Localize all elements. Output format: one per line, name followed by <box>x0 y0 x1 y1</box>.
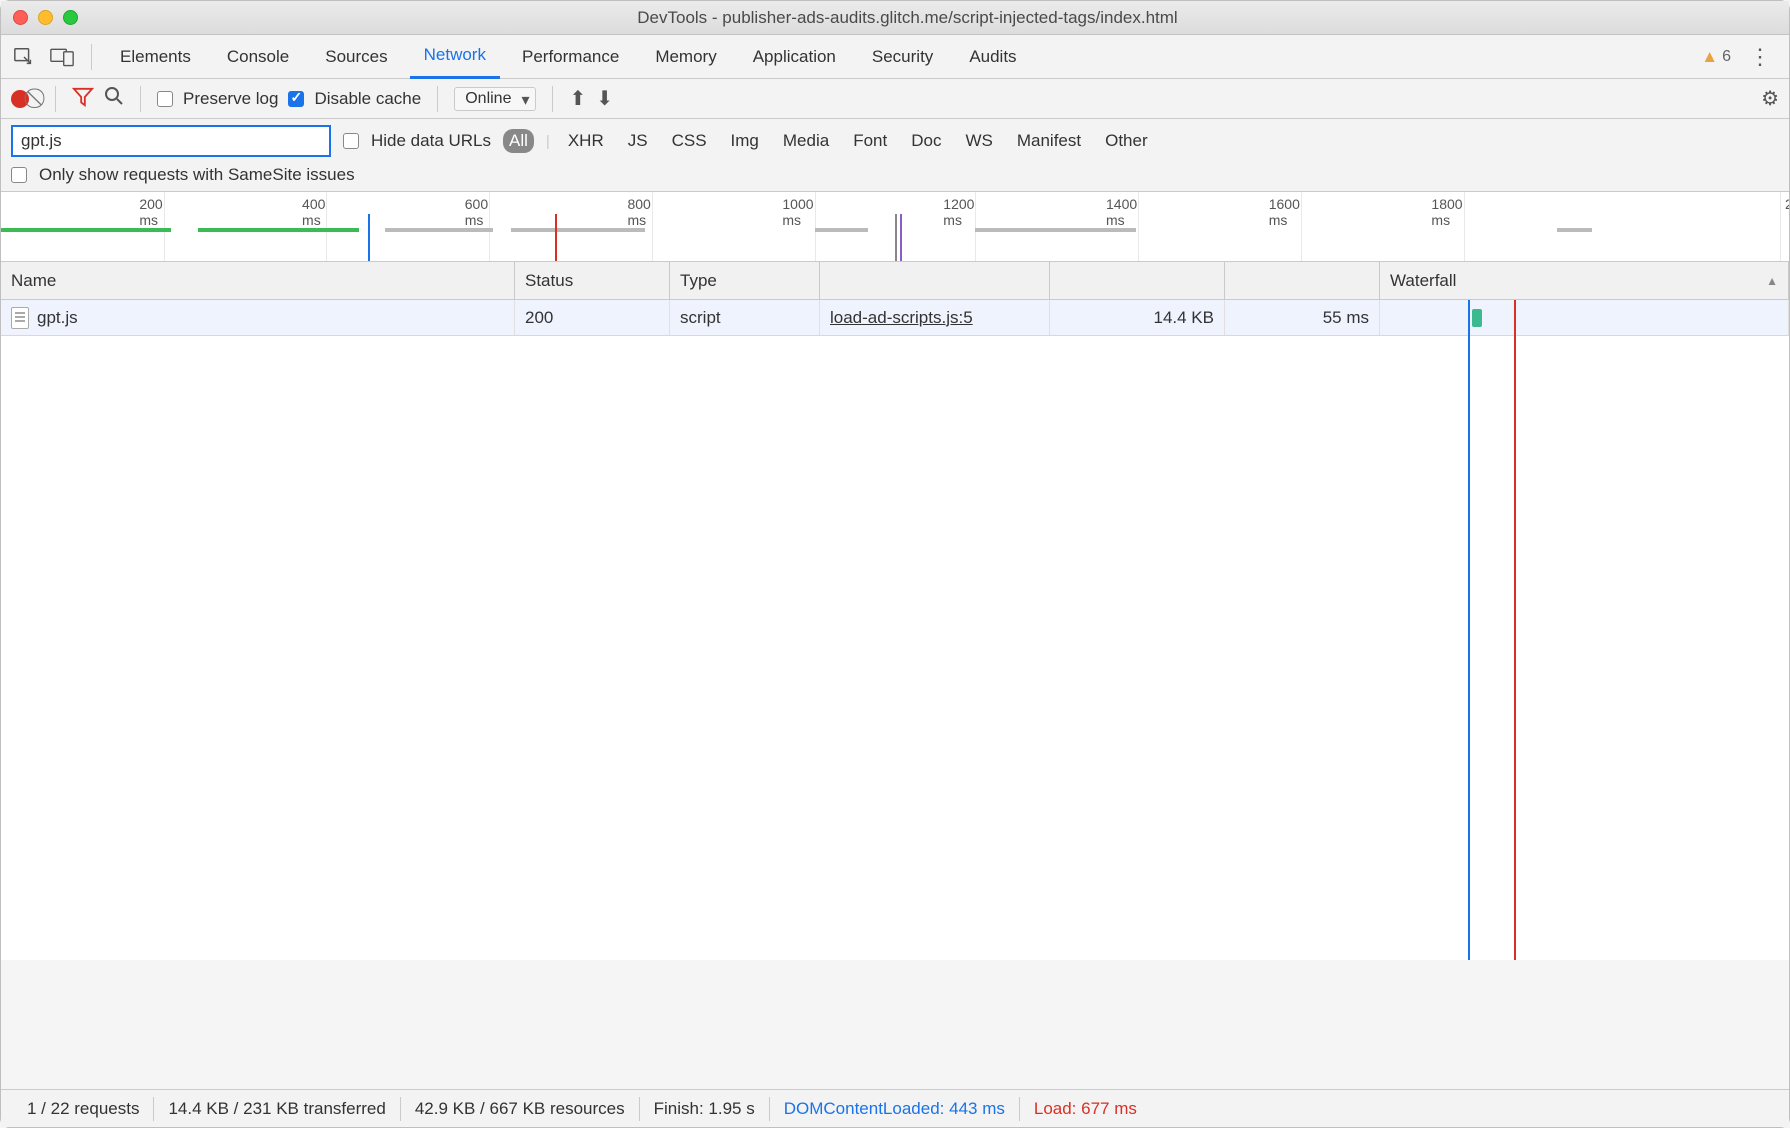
tab-sources[interactable]: Sources <box>311 35 401 79</box>
device-toolbar-icon[interactable] <box>47 42 77 72</box>
disable-cache-checkbox[interactable] <box>288 91 304 107</box>
table-header: Name Status Type Waterfall <box>1 262 1789 300</box>
tab-elements[interactable]: Elements <box>106 35 205 79</box>
col-name[interactable]: Name <box>1 262 515 299</box>
download-icon[interactable]: ⬇ <box>596 86 613 111</box>
window-title: DevTools - publisher-ads-audits.glitch.m… <box>98 8 1777 28</box>
initiator-link[interactable]: load-ad-scripts.js:5 <box>830 308 973 328</box>
filter-icon[interactable] <box>72 87 94 111</box>
type-chip-all[interactable]: All <box>503 129 534 153</box>
request-name: gpt.js <box>37 308 78 328</box>
col-time[interactable] <box>1225 262 1380 299</box>
status-bar: 1 / 22 requests 14.4 KB / 231 KB transfe… <box>1 1089 1789 1127</box>
timeline-overview[interactable]: 200 ms 400 ms 600 ms 800 ms 1000 ms 1200… <box>1 192 1789 262</box>
disable-cache-label: Disable cache <box>314 89 421 109</box>
cell-status: 200 <box>515 300 670 335</box>
warnings-badge[interactable]: ▲ 6 <box>1701 47 1731 67</box>
preserve-log-label: Preserve log <box>183 89 278 109</box>
preserve-log-checkbox[interactable] <box>157 91 173 107</box>
tick-label: 2000 <box>1785 196 1789 212</box>
zoom-window-button[interactable] <box>63 10 78 25</box>
type-chip-img[interactable]: Img <box>725 129 765 153</box>
type-chip-ws[interactable]: WS <box>959 129 998 153</box>
type-chip-css[interactable]: CSS <box>666 129 713 153</box>
type-chip-other[interactable]: Other <box>1099 129 1154 153</box>
status-load: Load: 677 ms <box>1020 1097 1151 1121</box>
type-chip-js[interactable]: JS <box>622 129 654 153</box>
filter-bar: Hide data URLs All | XHR JS CSS Img Medi… <box>1 119 1789 192</box>
close-window-button[interactable] <box>13 10 28 25</box>
tick-label: 1200 ms <box>943 196 980 228</box>
status-finish: Finish: 1.95 s <box>640 1097 770 1121</box>
status-domcontentloaded: DOMContentLoaded: 443 ms <box>770 1097 1020 1121</box>
status-resources: 42.9 KB / 667 KB resources <box>401 1097 640 1121</box>
tab-audits[interactable]: Audits <box>955 35 1030 79</box>
cell-waterfall <box>1380 300 1789 335</box>
hide-data-urls-label: Hide data URLs <box>371 131 491 151</box>
col-type[interactable]: Type <box>670 262 820 299</box>
col-status[interactable]: Status <box>515 262 670 299</box>
col-size[interactable] <box>1050 262 1225 299</box>
titlebar: DevTools - publisher-ads-audits.glitch.m… <box>1 1 1789 35</box>
col-initiator[interactable] <box>820 262 1050 299</box>
type-chip-xhr[interactable]: XHR <box>562 129 610 153</box>
cell-initiator[interactable]: load-ad-scripts.js:5 <box>820 300 1050 335</box>
separator <box>552 86 553 112</box>
tick-label: 800 ms <box>627 196 656 228</box>
search-icon[interactable] <box>104 86 124 112</box>
status-transferred: 14.4 KB / 231 KB transferred <box>154 1097 400 1121</box>
col-waterfall[interactable]: Waterfall <box>1380 262 1789 299</box>
hide-data-urls-checkbox[interactable] <box>343 133 359 149</box>
separator <box>140 86 141 112</box>
filter-input[interactable] <box>11 125 331 157</box>
file-icon <box>11 307 29 329</box>
more-options-icon[interactable]: ⋮ <box>1739 44 1781 70</box>
upload-icon[interactable]: ⬆ <box>569 86 586 111</box>
tick-label: 1600 ms <box>1269 196 1306 228</box>
cell-time: 55 ms <box>1225 300 1380 335</box>
cell-name[interactable]: gpt.js <box>1 300 515 335</box>
samesite-label: Only show requests with SameSite issues <box>39 165 355 185</box>
tick-label: 1800 ms <box>1431 196 1468 228</box>
tab-security[interactable]: Security <box>858 35 947 79</box>
separator <box>91 44 92 70</box>
tick-label: 600 ms <box>465 196 494 228</box>
cell-type: script <box>670 300 820 335</box>
type-chip-font[interactable]: Font <box>847 129 893 153</box>
type-chip-media[interactable]: Media <box>777 129 835 153</box>
status-requests: 1 / 22 requests <box>13 1097 154 1121</box>
tab-performance[interactable]: Performance <box>508 35 633 79</box>
type-chip-doc[interactable]: Doc <box>905 129 947 153</box>
tick-label: 200 ms <box>139 196 168 228</box>
tab-console[interactable]: Console <box>213 35 303 79</box>
separator <box>55 86 56 112</box>
request-table: gpt.js 200 script load-ad-scripts.js:5 1… <box>1 300 1789 960</box>
type-chip-manifest[interactable]: Manifest <box>1011 129 1087 153</box>
separator <box>437 86 438 112</box>
cell-size: 14.4 KB <box>1050 300 1225 335</box>
tab-network[interactable]: Network <box>410 35 500 79</box>
window-controls <box>13 10 78 25</box>
table-row[interactable]: gpt.js 200 script load-ad-scripts.js:5 1… <box>1 300 1789 336</box>
warning-count: 6 <box>1722 48 1731 66</box>
warning-icon: ▲ <box>1701 47 1718 67</box>
tab-application[interactable]: Application <box>739 35 850 79</box>
tab-memory[interactable]: Memory <box>641 35 730 79</box>
tick-label: 1400 ms <box>1106 196 1143 228</box>
samesite-checkbox[interactable] <box>11 167 27 183</box>
tick-label: 1000 ms <box>782 196 819 228</box>
network-toolbar: ⃠ Preserve log Disable cache Online ⬆ ⬇ … <box>1 79 1789 119</box>
settings-gear-icon[interactable]: ⚙ <box>1761 86 1779 111</box>
minimize-window-button[interactable] <box>38 10 53 25</box>
throttling-select[interactable]: Online <box>454 87 536 111</box>
panel-tabs: Elements Console Sources Network Perform… <box>1 35 1789 79</box>
tick-label: 400 ms <box>302 196 331 228</box>
inspect-element-icon[interactable] <box>9 42 39 72</box>
record-button[interactable] <box>11 90 29 108</box>
